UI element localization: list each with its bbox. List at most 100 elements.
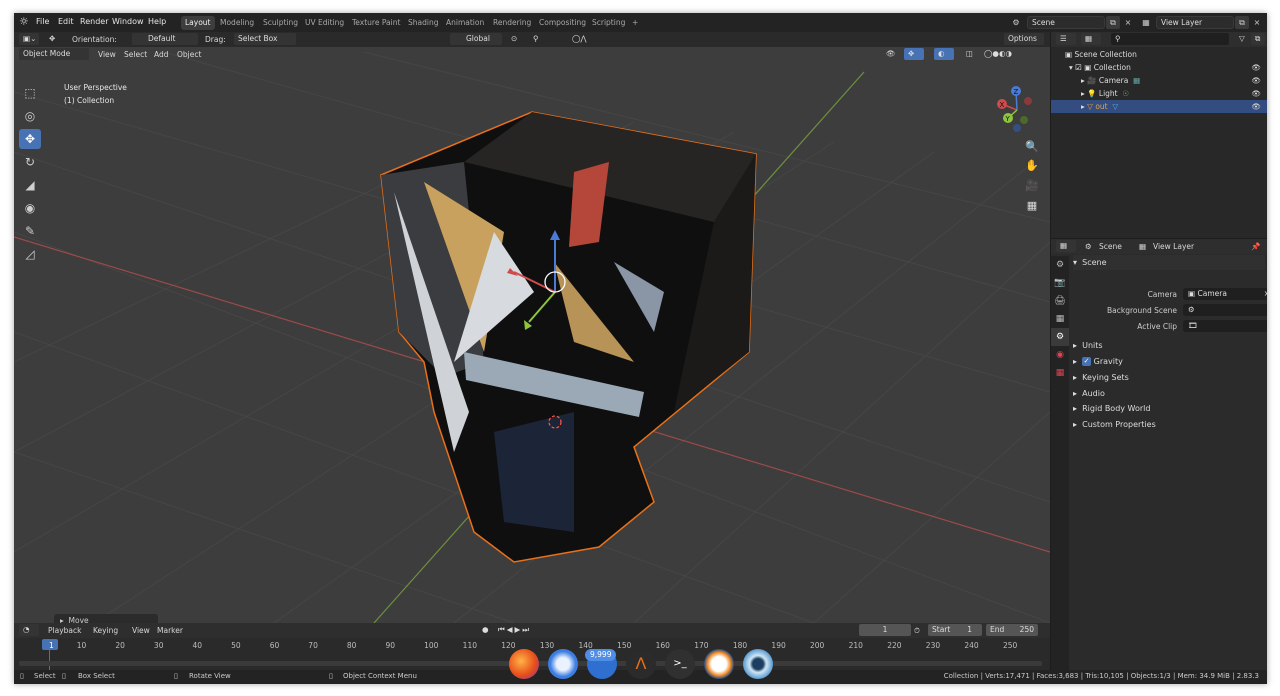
- select-box-tool-icon[interactable]: ⬚: [19, 83, 41, 103]
- outliner-editor-type-icon[interactable]: ☰: [1056, 33, 1076, 45]
- end-frame-field[interactable]: End 250: [986, 624, 1038, 636]
- checkbox-icon[interactable]: ☑: [1075, 63, 1082, 72]
- scene-panel-header[interactable]: ▾ Scene: [1073, 255, 1265, 270]
- audio-panel[interactable]: ▸ Audio: [1073, 386, 1265, 401]
- light-eye-icon[interactable]: 👁: [1251, 87, 1261, 100]
- orientation-dropdown[interactable]: Default: [132, 33, 198, 45]
- measure-tool-icon[interactable]: ◿: [19, 244, 41, 264]
- transform-orientation-dropdown[interactable]: Global: [450, 33, 502, 45]
- options-dropdown[interactable]: Options: [1004, 33, 1044, 45]
- view-layer-icon[interactable]: ▦: [1139, 16, 1153, 29]
- render-tab-icon[interactable]: 📷: [1051, 274, 1069, 292]
- menu-object[interactable]: Object: [177, 50, 201, 59]
- overlay-toggle-icon[interactable]: ◐: [934, 48, 954, 60]
- menu-marker[interactable]: Marker: [157, 626, 183, 635]
- annotate-tool-icon[interactable]: ✎: [19, 221, 41, 241]
- drag-dropdown[interactable]: Select Box: [234, 33, 296, 45]
- tab-modeling[interactable]: Modeling: [216, 16, 258, 30]
- tab-animation[interactable]: Animation: [442, 16, 488, 30]
- camera-eye-icon[interactable]: 👁: [1251, 74, 1261, 87]
- terminal-dock-icon[interactable]: >_: [665, 649, 695, 679]
- custom-properties-panel[interactable]: ▸ Custom Properties: [1073, 417, 1265, 432]
- navigation-gizmo[interactable]: Z X Y: [997, 86, 1032, 132]
- pin-icon[interactable]: 📌: [1251, 242, 1260, 251]
- menu-playback[interactable]: Playback: [48, 626, 81, 635]
- new-collection-icon[interactable]: ⧉: [1251, 33, 1265, 45]
- scene-tab-icon[interactable]: ⚙: [1051, 328, 1069, 346]
- add-workspace-button[interactable]: +: [628, 16, 642, 30]
- view-layer-field[interactable]: View Layer: [1156, 16, 1234, 29]
- scene-field[interactable]: Scene: [1027, 16, 1105, 29]
- active-clip-field[interactable]: 🎞: [1183, 320, 1267, 332]
- units-panel[interactable]: ▸ Units: [1073, 338, 1265, 353]
- scale-tool-icon[interactable]: ◢: [19, 175, 41, 195]
- tab-rendering[interactable]: Rendering: [489, 16, 535, 30]
- view-layer-copy-icon[interactable]: ⧉: [1235, 16, 1249, 29]
- zoom-icon[interactable]: 🔍: [1022, 137, 1042, 157]
- tool-tab-icon[interactable]: ⚙: [1051, 256, 1069, 274]
- scene-icon[interactable]: ⚙: [1009, 16, 1023, 29]
- display-mode-icon[interactable]: ▦: [1081, 33, 1101, 45]
- view-layer-close-icon[interactable]: ×: [1250, 16, 1264, 29]
- camera-clear-icon[interactable]: ×: [1264, 288, 1267, 300]
- menu-timeline-view[interactable]: View: [132, 626, 150, 635]
- current-frame-field[interactable]: 1: [859, 624, 911, 636]
- blender-dock-icon[interactable]: [704, 649, 734, 679]
- move-tool-icon[interactable]: ✥: [19, 129, 41, 149]
- 3d-viewport[interactable]: Z X Y User Perspective (1) Collection ⬚ …: [14, 32, 1050, 628]
- timeline-editor-type-icon[interactable]: ◔: [19, 624, 39, 636]
- tab-uv-editing[interactable]: UV Editing: [301, 16, 348, 30]
- archlinux-dock-icon[interactable]: Λ: [626, 649, 656, 679]
- gizmo-toggle-icon[interactable]: ✥: [904, 48, 924, 60]
- menu-add[interactable]: Add: [154, 50, 169, 59]
- pivot-point-icon[interactable]: ⊙: [507, 33, 527, 45]
- output-tab-icon[interactable]: 🖨: [1051, 292, 1069, 310]
- finder-dock-icon[interactable]: [548, 649, 578, 679]
- menu-keying[interactable]: Keying: [93, 626, 118, 635]
- scene-close-icon[interactable]: ×: [1121, 16, 1135, 29]
- menu-select[interactable]: Select: [124, 50, 147, 59]
- outliner-item-light[interactable]: ▸ 💡 Light ☉ 👁: [1051, 87, 1267, 100]
- playback-controls-icons[interactable]: ⏮◀▶⏭: [494, 624, 574, 636]
- out-eye-icon[interactable]: 👁: [1251, 100, 1261, 113]
- world-tab-icon[interactable]: ◉: [1051, 346, 1069, 364]
- menu-render[interactable]: Render: [80, 17, 108, 26]
- gravity-checkbox[interactable]: ✓: [1082, 357, 1092, 366]
- tab-layout[interactable]: Layout: [181, 16, 215, 30]
- transform-tool-icon[interactable]: ◉: [19, 198, 41, 218]
- xray-icon[interactable]: ◫: [962, 48, 976, 60]
- pan-hand-icon[interactable]: ✋: [1022, 156, 1042, 176]
- tab-texture-paint[interactable]: Texture Paint: [348, 16, 404, 30]
- screenshot-dock-icon[interactable]: [743, 649, 773, 679]
- tab-sculpting[interactable]: Sculpting: [259, 16, 302, 30]
- camera-view-icon[interactable]: 🎥: [1022, 176, 1042, 196]
- view-layer-tab-icon[interactable]: ▦: [1051, 310, 1069, 328]
- cursor-tool-icon[interactable]: ◎: [19, 106, 41, 126]
- rotate-tool-icon[interactable]: ↻: [19, 152, 41, 172]
- outliner-scene-collection[interactable]: ▣ Scene Collection: [1051, 48, 1267, 61]
- transform-pivot-icon[interactable]: ✥: [45, 33, 61, 45]
- outliner-search-input[interactable]: ⚲: [1111, 33, 1229, 45]
- start-frame-field[interactable]: Start 1: [928, 624, 982, 636]
- snap-icon[interactable]: ⚲: [529, 33, 563, 45]
- background-scene-field[interactable]: ⚙: [1183, 304, 1267, 316]
- editor-type-icon[interactable]: ▣⌄: [19, 33, 39, 45]
- firefox-dock-icon[interactable]: [509, 649, 539, 679]
- tab-shading[interactable]: Shading: [404, 16, 442, 30]
- outliner-item-out[interactable]: ▸ ▽ out ▽ 👁: [1051, 100, 1267, 113]
- shading-mode-icons[interactable]: ◯●◐◑: [980, 48, 1040, 60]
- clock-icon[interactable]: ⏱: [914, 626, 920, 636]
- menu-edit[interactable]: Edit: [58, 17, 74, 26]
- menu-window[interactable]: Window: [112, 17, 144, 26]
- texture-tab-icon[interactable]: ▦: [1051, 364, 1069, 382]
- selected-mesh-out[interactable]: [380, 111, 757, 563]
- gravity-panel[interactable]: ▸ ✓ Gravity: [1073, 354, 1265, 369]
- mode-dropdown[interactable]: Object Mode: [19, 48, 89, 60]
- tab-scripting[interactable]: Scripting: [588, 16, 629, 30]
- grid-projection-icon[interactable]: ▦: [1022, 196, 1042, 216]
- camera-field[interactable]: ▣ Camera ×: [1183, 288, 1267, 300]
- blender-logo-icon[interactable]: ☼: [19, 16, 31, 28]
- keying-sets-panel[interactable]: ▸ Keying Sets: [1073, 370, 1265, 385]
- visibility-icon[interactable]: 👁: [882, 48, 902, 60]
- scene-copy-icon[interactable]: ⧉: [1106, 16, 1120, 29]
